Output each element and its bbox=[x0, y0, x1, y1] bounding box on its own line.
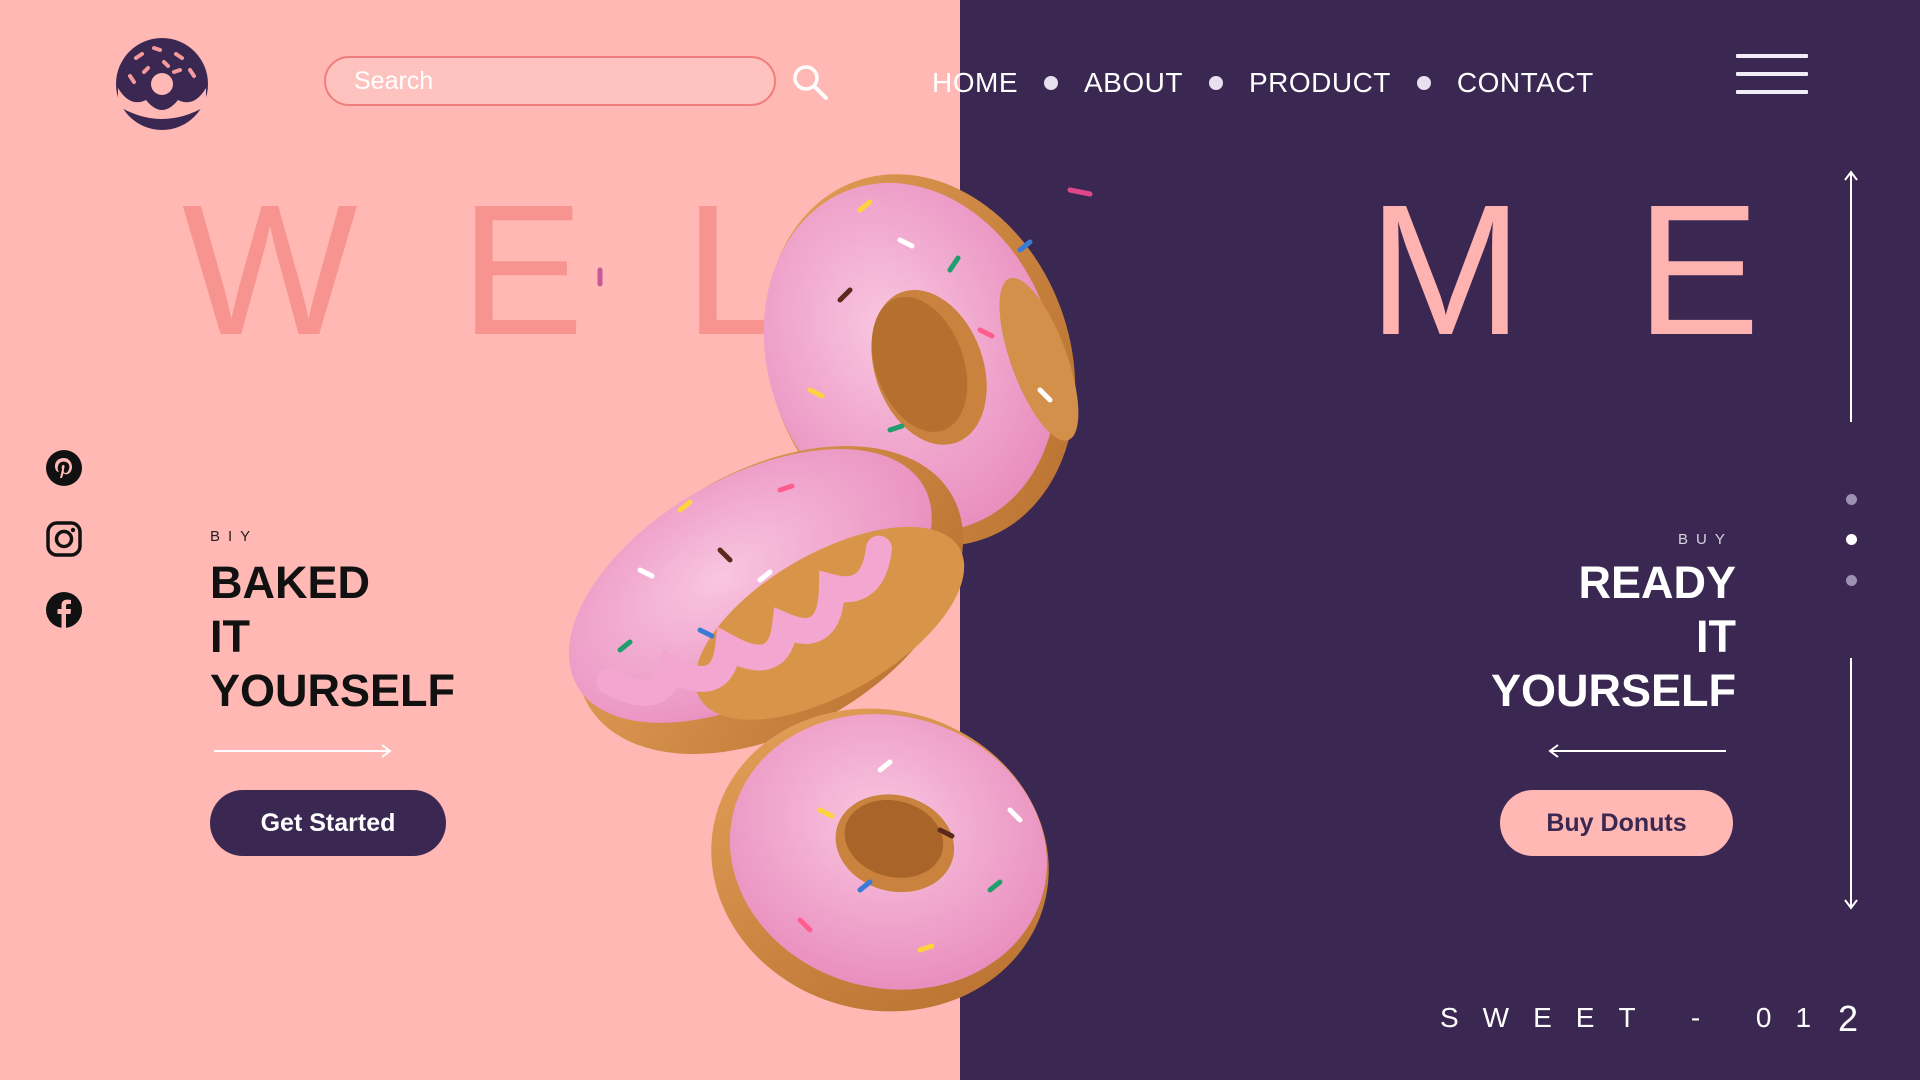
left-arrow-icon bbox=[1548, 744, 1726, 758]
left-headline-line: YOURSELF bbox=[210, 665, 456, 716]
main-nav: HOME ABOUT PRODUCT CONTACT bbox=[932, 62, 1594, 104]
nav-separator-dot bbox=[1044, 76, 1058, 90]
pagination-dot[interactable] bbox=[1846, 494, 1857, 505]
right-eyebrow: BUY bbox=[1678, 531, 1733, 548]
nav-contact[interactable]: CONTACT bbox=[1457, 67, 1594, 99]
donut-logo[interactable] bbox=[112, 36, 212, 136]
left-headline-line: IT bbox=[210, 611, 250, 662]
right-arrow-icon bbox=[214, 744, 392, 758]
right-headline: READY IT YOURSELF bbox=[1440, 556, 1736, 718]
left-headline: BAKED IT YOURSELF bbox=[210, 556, 455, 718]
scroll-up-arrow-icon[interactable] bbox=[1843, 168, 1859, 424]
welcome-letter-e2: E bbox=[1636, 167, 1761, 374]
hamburger-menu-icon[interactable] bbox=[1736, 54, 1808, 110]
left-headline-line: BAKED bbox=[210, 557, 371, 608]
welcome-letter-m: M bbox=[1368, 167, 1523, 374]
right-headline-line: YOURSELF bbox=[1490, 665, 1736, 716]
pagination-dot-active[interactable] bbox=[1846, 534, 1857, 545]
pagination-dot[interactable] bbox=[1846, 575, 1857, 586]
search-input[interactable] bbox=[352, 65, 756, 97]
right-headline-line: READY bbox=[1578, 557, 1736, 608]
get-started-button[interactable]: Get Started bbox=[210, 790, 446, 856]
search-icon[interactable] bbox=[790, 62, 830, 102]
donuts-illustration bbox=[568, 174, 1093, 1012]
welcome-letter-w: W bbox=[182, 167, 358, 374]
nav-separator-dot bbox=[1208, 76, 1223, 90]
nav-about[interactable]: ABOUT bbox=[1084, 67, 1183, 99]
instagram-icon[interactable] bbox=[45, 520, 83, 558]
facebook-icon[interactable] bbox=[45, 591, 83, 629]
left-eyebrow: BIY bbox=[210, 528, 259, 545]
slide-label: SWEET - 01 bbox=[1440, 1002, 1836, 1033]
slide-page-number: 2 bbox=[1838, 998, 1859, 1039]
pinterest-icon[interactable] bbox=[45, 449, 83, 487]
nav-separator-dot bbox=[1416, 76, 1431, 90]
nav-product[interactable]: PRODUCT bbox=[1249, 67, 1391, 99]
buy-donuts-button[interactable]: Buy Donuts bbox=[1500, 790, 1733, 856]
nav-home[interactable]: HOME bbox=[932, 67, 1018, 99]
search-field[interactable] bbox=[324, 56, 776, 106]
scroll-down-arrow-icon[interactable] bbox=[1843, 656, 1859, 912]
right-headline-line: IT bbox=[1696, 611, 1736, 662]
